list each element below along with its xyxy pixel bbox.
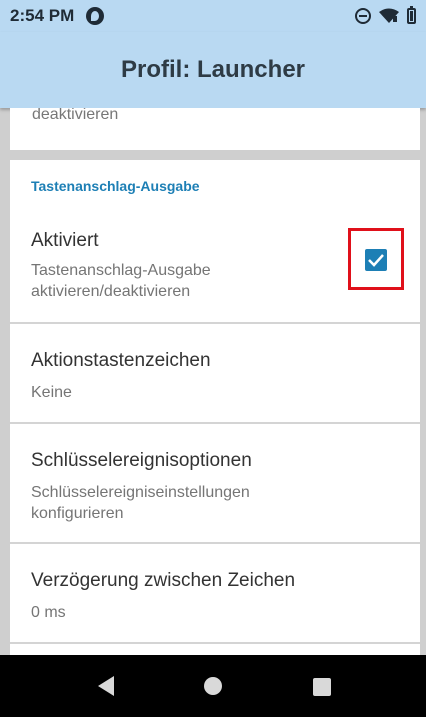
- back-icon[interactable]: [96, 675, 116, 702]
- settings-list[interactable]: deaktivieren Tastenanschlag-Ausgabe Akti…: [0, 108, 426, 655]
- home-icon[interactable]: [204, 677, 222, 695]
- keystroke-output-card: Tastenanschlag-Ausgabe Aktiviert Tastena…: [10, 160, 420, 655]
- preference-action-key-character[interactable]: Aktionstastenzeichen Keine: [10, 324, 420, 424]
- preference-title: Aktionstastenzeichen: [31, 350, 211, 371]
- preference-inter-character-delay[interactable]: Verzögerung zwischen Zeichen 0 ms: [10, 544, 420, 644]
- checkbox-highlight-box: [348, 228, 404, 290]
- preference-summary: Tastenanschlag-Ausgabe aktivieren/deakti…: [31, 262, 211, 300]
- preference-summary: 0 ms: [31, 604, 66, 621]
- app-notification-icon: [86, 7, 105, 25]
- enabled-checkbox[interactable]: [365, 249, 387, 271]
- checkmark-icon: [368, 254, 384, 267]
- preference-enabled[interactable]: Aktiviert Tastenanschlag-Ausgabe aktivie…: [10, 212, 420, 324]
- do-not-disturb-icon: [355, 8, 371, 24]
- previous-preference-card[interactable]: deaktivieren: [10, 108, 420, 150]
- preference-title: Verzögerung zwischen Zeichen: [31, 570, 296, 591]
- app-bar: Profil: Launcher: [0, 32, 426, 108]
- preference-key-event-options[interactable]: Schlüsselereignisoptionen Schlüsselereig…: [10, 424, 420, 544]
- preference-title: Aktiviert: [31, 230, 99, 251]
- status-time: 2:54 PM: [10, 6, 75, 25]
- status-icons: [355, 6, 416, 24]
- section-header: Tastenanschlag-Ausgabe: [31, 178, 200, 194]
- wifi-icon: [379, 8, 399, 24]
- preference-summary: Schlüsselereigniseinstellungen konfiguri…: [31, 484, 250, 522]
- battery-icon: [407, 6, 416, 24]
- screen: 2:54 PM Profil: Launcher deaktivieren Ta…: [0, 0, 426, 717]
- page-title: Profil: Launcher: [120, 56, 306, 83]
- previous-preference-summary: deaktivieren: [32, 108, 119, 123]
- preference-summary: Keine: [31, 384, 72, 401]
- status-bar: 2:54 PM: [0, 0, 426, 32]
- preference-title: Schlüsselereignisoptionen: [31, 450, 252, 471]
- navigation-bar: [0, 655, 426, 717]
- recents-icon[interactable]: [313, 678, 331, 696]
